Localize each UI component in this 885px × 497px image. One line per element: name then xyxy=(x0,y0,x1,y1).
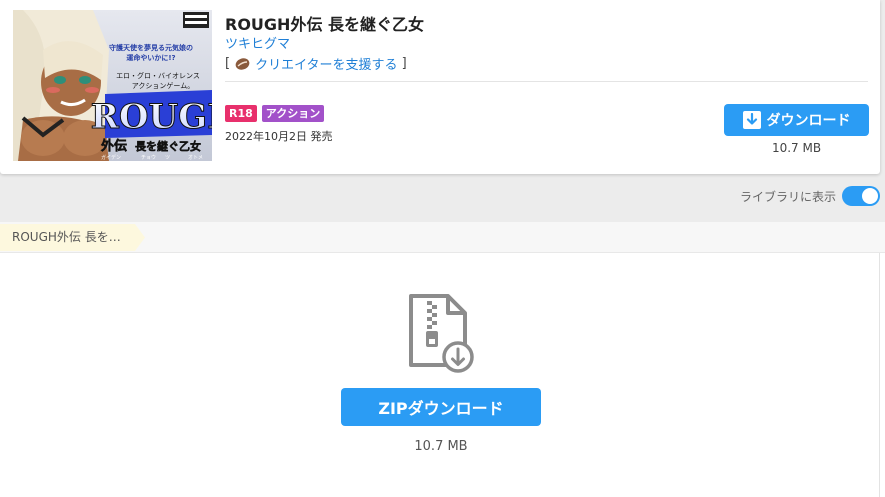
library-toggle-label: ライブラリに表示 xyxy=(740,189,837,204)
tag-r18[interactable]: R18 xyxy=(225,105,257,122)
tag-action[interactable]: アクション xyxy=(261,105,325,122)
download-size: 10.7 MB xyxy=(771,141,822,155)
download-button[interactable]: ダウンロード xyxy=(724,104,869,136)
work-thumbnail[interactable]: 守護天使を夢見る元気娘の 運命やいかに!? エロ・グロ・バイオレンス アクション… xyxy=(13,10,212,161)
breadcrumb-bar: ROUGH外伝 長を… xyxy=(0,222,885,253)
thumb-logo-rough: ROUGH xyxy=(91,97,212,137)
support-creator-link[interactable]: クリエイターを支援する xyxy=(255,54,397,73)
thumb-genre-text: エロ・グロ・バイオレンス xyxy=(116,71,200,80)
zip-file-download-icon xyxy=(408,293,474,373)
release-date: 2022年10月2日 発売 xyxy=(225,130,333,143)
thumb-genre-text-2: アクションゲーム。 xyxy=(132,81,194,90)
support-creator: [ クリエイターを支援する ] xyxy=(225,54,407,73)
thumb-ruby-4: オトメ xyxy=(188,155,203,161)
download-arrow-icon xyxy=(742,111,761,129)
zip-size: 10.7 MB xyxy=(414,439,468,454)
coffee-bean-icon xyxy=(234,57,251,71)
download-button-label: ダウンロード xyxy=(766,113,851,129)
thumb-tagline-2: 運命やいかに!? xyxy=(126,53,175,62)
work-card: 守護天使を夢見る元気娘の 運命やいかに!? エロ・グロ・バイオレンス アクション… xyxy=(0,0,880,174)
thumb-ruby-3: ツ xyxy=(165,155,170,161)
thumb-tagline-1: 守護天使を夢見る元気娘の xyxy=(109,43,193,52)
thumb-ruby-2: チョウ xyxy=(141,154,156,161)
thumb-logo-subtitle: 長を継ぐ乙女 xyxy=(135,139,201,153)
breadcrumb[interactable]: ROUGH外伝 長を… xyxy=(0,224,145,251)
thumb-logo-gaiden: 外伝 xyxy=(100,138,127,154)
download-panel: ROUGH外伝 長を… ZIPダウンロード 10.7 MB xyxy=(0,222,885,497)
toggle-knob xyxy=(862,188,879,204)
library-toggle-row: ライブラリに表示 xyxy=(740,186,881,206)
divider xyxy=(225,81,868,82)
library-toggle[interactable] xyxy=(842,186,881,206)
zip-download-area: ZIPダウンロード 10.7 MB xyxy=(0,253,880,497)
support-bracket-close: ] xyxy=(401,56,407,71)
support-bracket-open: [ xyxy=(225,56,231,71)
zip-download-button[interactable]: ZIPダウンロード xyxy=(341,388,541,426)
work-title[interactable]: ROUGH外伝 長を継ぐ乙女 xyxy=(225,11,424,35)
thumb-ruby-1: ガイデン xyxy=(101,154,121,161)
author-link[interactable]: ツキヒグマ xyxy=(225,33,290,52)
tag-list: R18 アクション xyxy=(225,105,325,122)
